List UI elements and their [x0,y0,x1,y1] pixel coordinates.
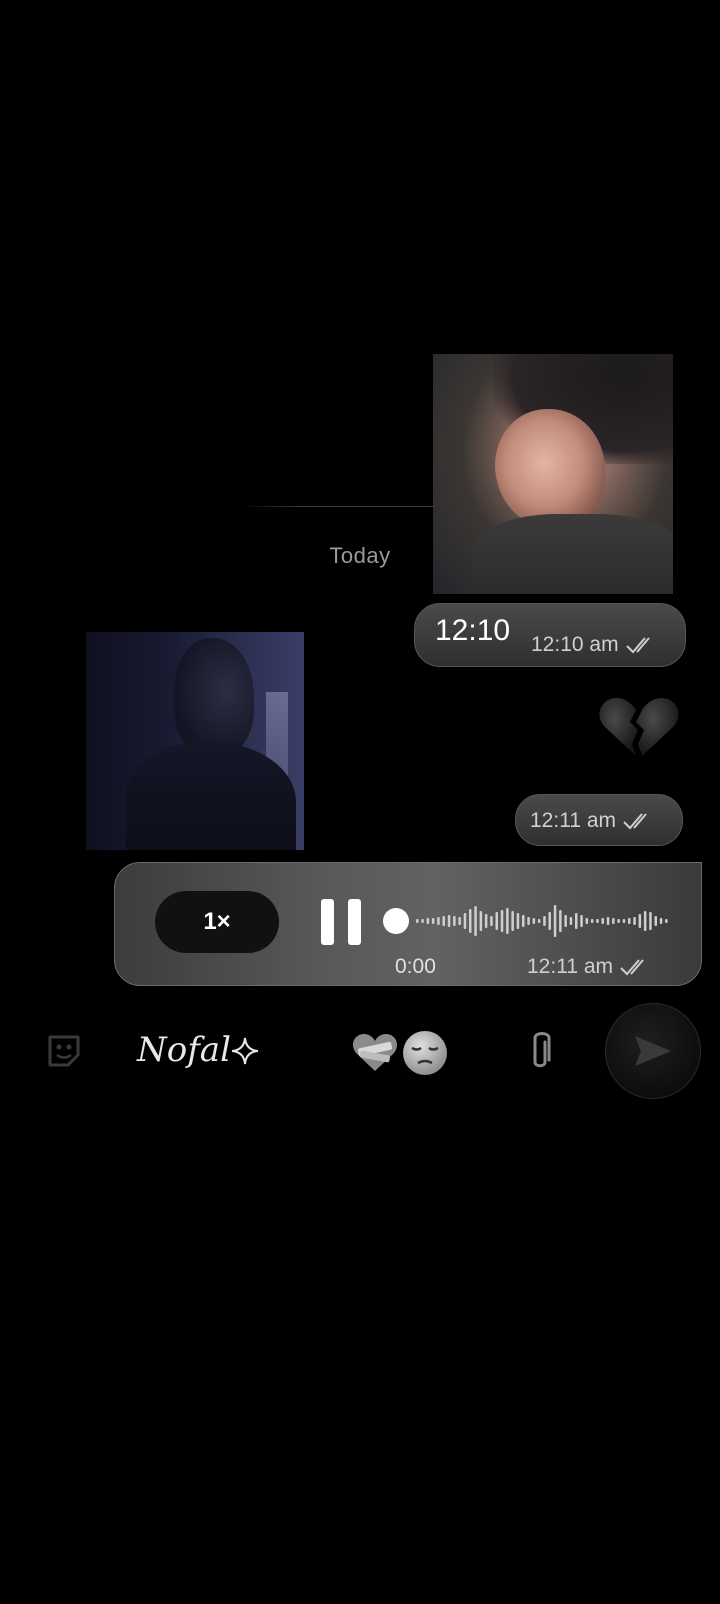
waveform-bar [490,916,493,926]
waveform-bar [553,905,557,937]
waveform-bar [580,915,583,927]
waveform-bar [564,915,567,927]
date-divider-line [240,506,435,507]
double-check-icon [625,637,650,654]
waveform-bar [421,919,424,923]
waveform-bar [506,908,509,934]
waveform-bar [458,917,461,925]
received-image-man-silhouette[interactable] [86,632,304,850]
waveform-bar [601,918,604,924]
waveform-bar [654,916,657,926]
send-icon [635,1036,671,1066]
mending-heart-icon [352,1034,398,1071]
waveform-bar [585,918,589,924]
waveform-bar [575,913,578,929]
sent-image-crying-woman[interactable] [433,354,673,594]
waveform-bar [537,919,541,923]
waveform-bar [431,918,435,924]
waveform-bar [633,917,636,925]
message-meta: 12:11 am [527,955,653,979]
message-time: 12:11 am [530,809,616,832]
waveform-bar [628,918,631,924]
voice-elapsed-time: 0:00 [395,955,436,978]
image-detail [495,409,605,529]
waveform-bar [638,914,642,928]
waveform-bar [437,917,440,925]
waveform-bar [463,913,467,929]
pensive-face-icon [403,1031,447,1075]
pause-icon [348,899,361,945]
waveform-bar [543,916,546,926]
waveform-bar [643,911,647,931]
voice-message-bubble[interactable]: 1× 0:00 12:11 am [114,862,702,986]
waveform-bar [590,919,594,923]
sparkle-icon [231,1037,259,1065]
message-input[interactable]: Nofal [137,1030,231,1070]
broken-heart-icon [599,698,679,756]
waveform-bar [596,919,599,923]
waveform-bar [442,916,445,926]
waveform[interactable] [413,901,675,941]
message-time: 12:11 am [527,955,613,978]
waveform-bar [559,910,562,932]
waveform-bar [612,918,615,924]
waveform-bar [548,912,551,930]
message-bubble[interactable]: 12:10 12:10 am [414,603,686,667]
message-meta: 12:11 am [530,809,656,833]
waveform-bar [511,911,514,931]
waveform-bar [527,917,530,925]
waveform-bar [522,915,525,927]
message-time: 12:10 am [531,633,619,656]
waveform-bar [665,919,668,923]
sticker-icon[interactable] [44,1031,84,1071]
waveform-bar [659,918,663,924]
waveform-bar [606,917,610,925]
waveform-bar [617,919,620,923]
image-detail [126,742,296,850]
waveform-bar [516,913,520,929]
waveform-bar [474,906,477,936]
image-detail [473,514,673,594]
waveform-bar [416,919,419,923]
waveform-bar [426,918,430,924]
double-check-icon [620,959,644,976]
double-check-icon [623,813,647,830]
date-separator: Today [329,543,391,568]
waveform-bar [622,919,626,923]
waveform-bar [649,912,652,930]
waveform-bar [469,909,472,933]
waveform-bar [495,912,498,930]
paperclip-icon[interactable] [523,1030,557,1074]
waveform-bar [447,915,451,927]
scrubber-handle[interactable] [383,908,409,934]
waveform-bar [569,917,573,925]
waveform-bar [532,918,536,924]
message-text: 12:10 [435,614,511,647]
send-button[interactable] [605,1003,701,1099]
message-bubble[interactable]: 12:11 am [515,794,683,846]
waveform-bar [484,914,488,928]
message-meta: 12:10 am [531,633,659,657]
waveform-bar [453,916,456,926]
pause-button[interactable] [321,899,361,945]
image-detail [174,638,254,756]
playback-speed-button[interactable]: 1× [155,891,279,953]
waveform-bar [500,910,504,932]
pause-icon [321,899,334,945]
waveform-bar [479,911,483,931]
